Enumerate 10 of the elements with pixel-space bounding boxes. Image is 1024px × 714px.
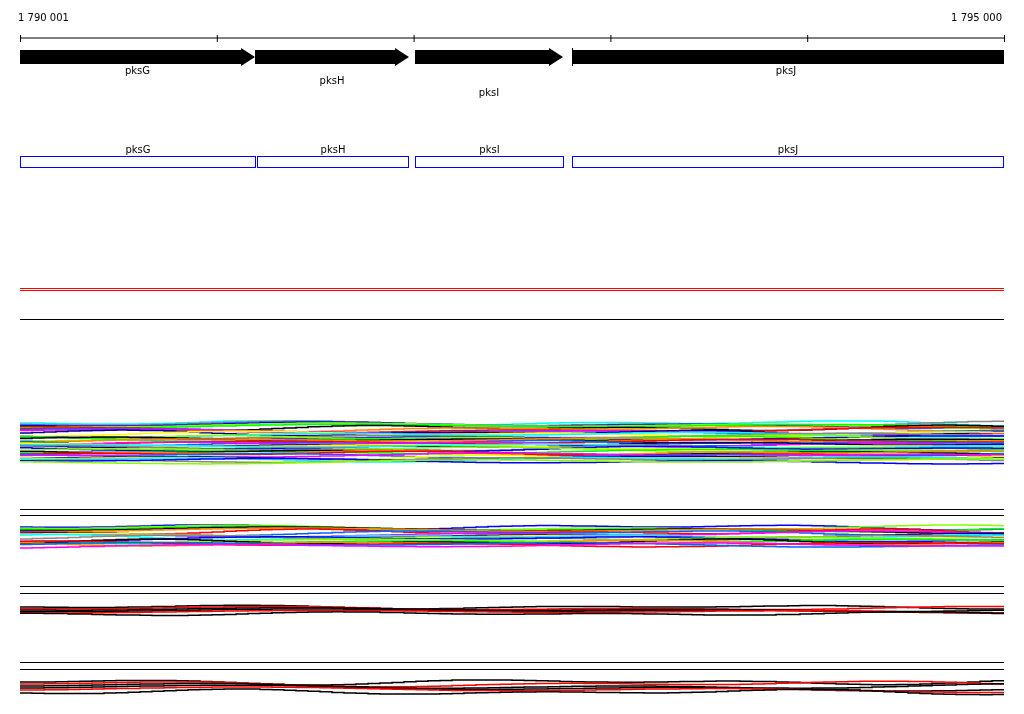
feature-label: pksI <box>479 145 500 155</box>
feature-label: pksH <box>320 145 346 155</box>
ruler-start-label: 1 790 001 <box>18 13 69 25</box>
feature-label: pksG <box>125 145 151 155</box>
feature-label: pksJ <box>777 145 799 155</box>
gene-label: pksI <box>478 88 500 98</box>
gene-label: pksG <box>124 66 151 76</box>
gene-label: pksH <box>319 76 345 86</box>
ruler-end-label: 1 795 000 <box>951 13 1002 25</box>
gene-label: pksJ <box>775 66 797 76</box>
